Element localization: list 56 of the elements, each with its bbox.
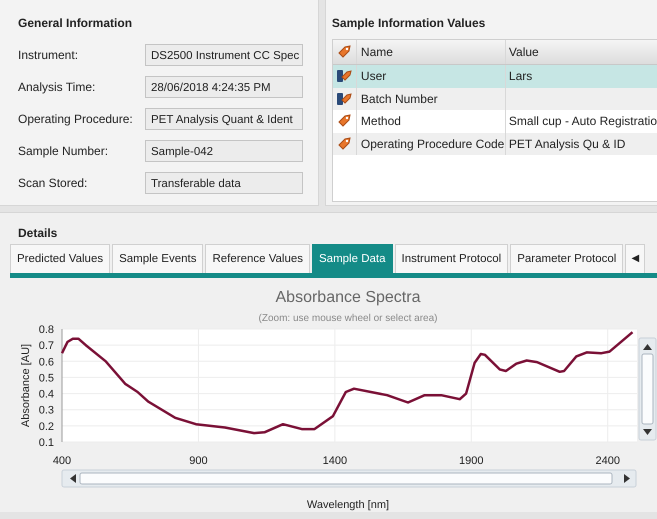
tab[interactable]: Reference Values: [205, 244, 310, 273]
field-label: Instrument:: [18, 48, 80, 62]
x-tick-label: 1900: [459, 455, 484, 467]
field-label: Sample Number:: [18, 144, 110, 158]
tab[interactable]: Sample Data: [312, 244, 392, 273]
table-row[interactable]: User Lars: [332, 65, 657, 88]
table-cell: PET Analysis Qu & ID: [508, 136, 626, 151]
field-label: Operating Procedure:: [18, 112, 134, 126]
y-tick-label: 0.1: [38, 437, 54, 449]
readonly-field: Sample-042: [145, 140, 303, 162]
x-tick-label: 1400: [322, 455, 348, 467]
y-tick-label: 0.8: [38, 324, 54, 336]
panel-title: Sample Information Values: [332, 16, 486, 30]
table-cell: Small cup - Auto Registratio: [508, 114, 657, 128]
vertical-scrollbar[interactable]: [638, 338, 656, 440]
panel-title: General Information: [18, 16, 134, 30]
y-axis-label: Absorbance [AU]: [20, 344, 32, 428]
y-tick-label: 0.6: [38, 356, 54, 368]
tab[interactable]: Predicted Values: [10, 244, 110, 273]
readonly-field: Transferable data: [145, 172, 303, 194]
tag-icon: [336, 136, 352, 152]
x-tick-label: 2400: [595, 455, 620, 467]
readonly-field: 28/06/2018 4:24:35 PM: [145, 76, 303, 98]
column-header[interactable]: Value: [506, 40, 657, 64]
y-tick-label: 0.5: [38, 372, 54, 384]
section-title: Details: [17, 226, 58, 242]
table-cell: Method: [360, 114, 401, 128]
tag-icon: [336, 44, 352, 60]
table-row[interactable]: Operating Procedure Code PET Analysis Qu & ID: [332, 132, 657, 155]
horizontal-scrollbar[interactable]: [62, 470, 636, 488]
y-tick-label: 0.3: [38, 404, 54, 417]
field-label: Analysis Time:: [18, 80, 96, 94]
y-tick-label: 0.4: [38, 388, 54, 401]
readonly-field: PET Analysis Quant & Ident: [145, 108, 303, 130]
table-cell: User: [360, 69, 386, 84]
y-tick-label: 0.2: [38, 420, 54, 433]
user-tag-icon: [336, 68, 352, 84]
table-cell: Batch Number: [360, 92, 438, 106]
tab[interactable]: Instrument Protocol: [394, 244, 508, 273]
table-cell: Lars: [508, 69, 532, 84]
tab-scroll-button[interactable]: ◀: [625, 244, 646, 273]
user-tag-icon: [336, 90, 352, 107]
chart-hint: (Zoom: use mouse wheel or select area): [258, 313, 438, 324]
y-tick-label: 0.7: [38, 340, 54, 352]
column-header[interactable]: Name: [356, 40, 506, 64]
chart-title: Absorbance Spectra: [276, 289, 420, 306]
x-tick-label: 400: [52, 455, 72, 467]
table-cell: Operating Procedure Code: [360, 136, 504, 151]
x-axis-label: Wavelength [nm]: [306, 499, 390, 511]
field-label: Scan Stored:: [18, 176, 88, 190]
readonly-field: DS2500 Instrument CC Spec: [145, 44, 303, 66]
tab[interactable]: Parameter Protocol: [510, 244, 624, 273]
table-row[interactable]: Batch Number: [332, 88, 657, 110]
x-tick-label: 900: [189, 455, 208, 467]
tab[interactable]: Sample Events: [112, 244, 204, 273]
tag-icon: [336, 113, 352, 130]
